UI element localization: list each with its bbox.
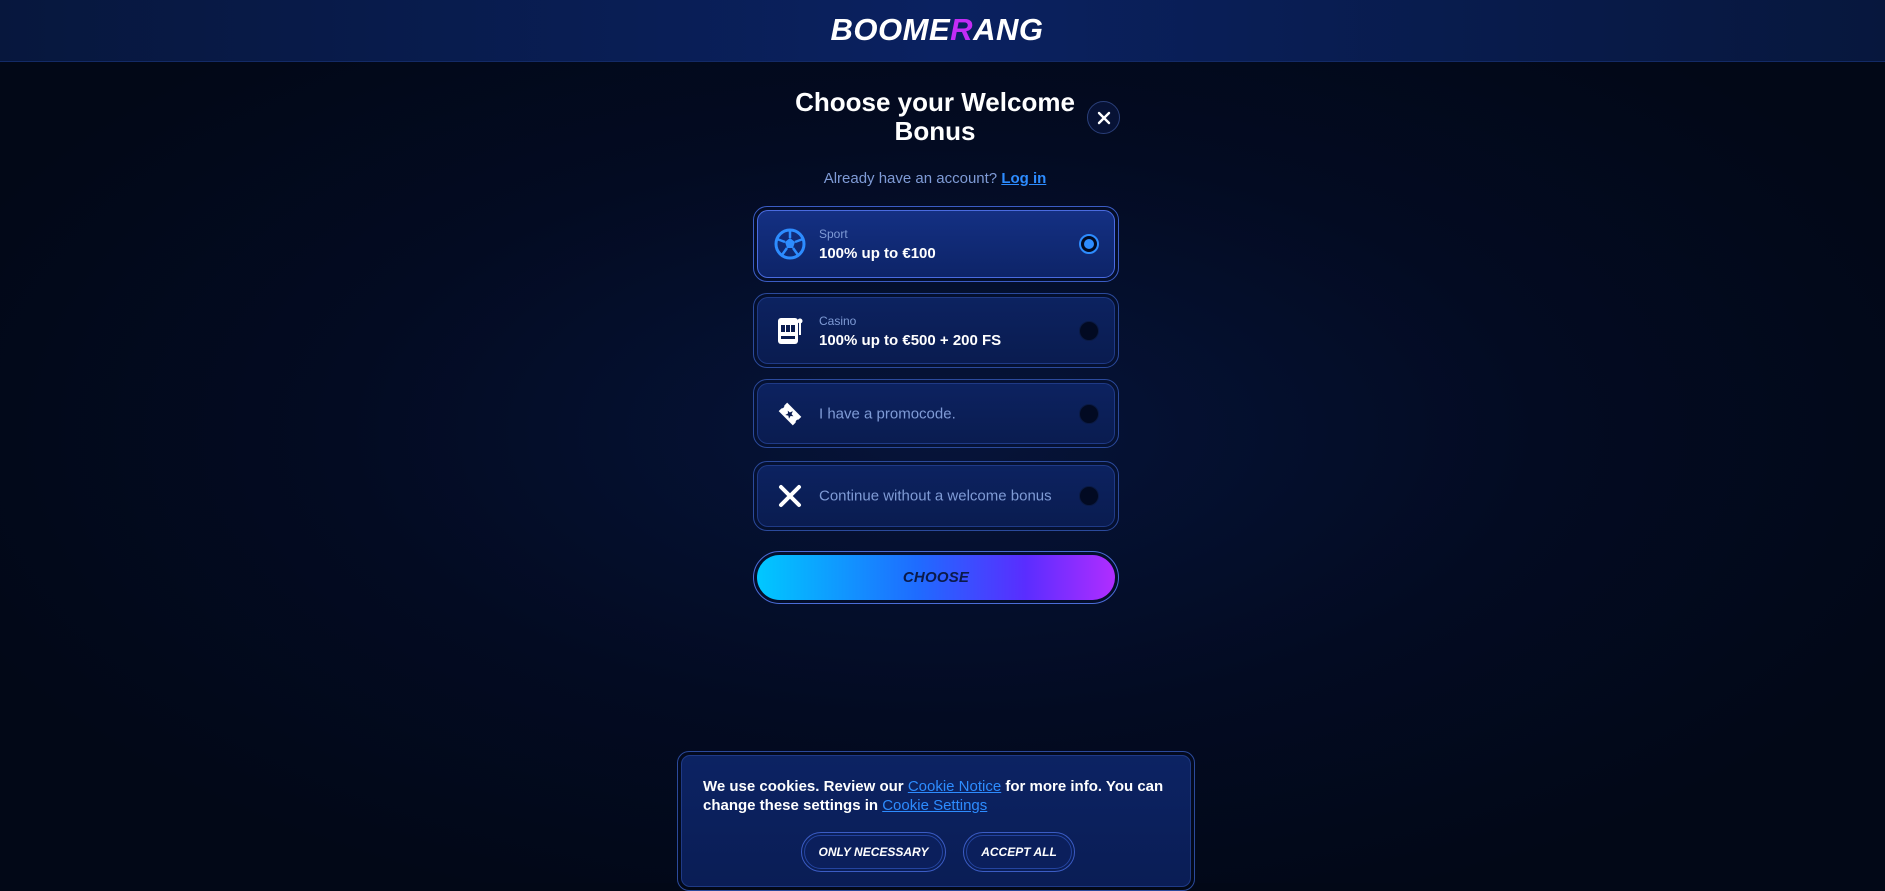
top-bar: BOOME R ANG [0, 0, 1885, 62]
soccer-ball-icon [774, 228, 806, 260]
radio-unselected[interactable] [1079, 320, 1099, 341]
cookie-notice-link[interactable]: Cookie Notice [908, 778, 1001, 795]
ticket-icon [774, 398, 806, 430]
bonus-option-none[interactable]: Continue without a welcome bonus [753, 461, 1119, 531]
choose-button-label: CHOOSE [757, 555, 1115, 600]
cookie-banner: We use cookies. Review our Cookie Notice… [677, 751, 1195, 891]
only-necessary-button[interactable]: ONLY NECESSARY [801, 832, 946, 872]
option-category: Casino [819, 314, 857, 328]
radio-unselected[interactable] [1079, 486, 1099, 506]
option-label: I have a promocode. [819, 405, 956, 422]
option-category: Sport [819, 227, 848, 241]
bonus-option-promocode[interactable]: I have a promocode. [753, 379, 1119, 448]
accept-all-button[interactable]: ACCEPT ALL [963, 832, 1075, 872]
accept-all-label: ACCEPT ALL [966, 835, 1072, 869]
cookie-text-1: We use cookies. Review our [703, 778, 904, 795]
bonus-option-casino[interactable]: Casino 100% up to €500 + 200 FS [753, 293, 1119, 368]
option-label: 100% up to €100 [819, 245, 936, 262]
only-necessary-label: ONLY NECESSARY [804, 835, 943, 869]
cookie-text: We use cookies. Review our Cookie Notice… [703, 777, 1173, 815]
brand-logo[interactable]: BOOME R ANG [831, 10, 1043, 50]
account-prompt: Already have an account? Log in [755, 170, 1115, 187]
option-label: Continue without a welcome bonus [819, 487, 1052, 505]
login-link[interactable]: Log in [1001, 170, 1046, 187]
modal-title: Choose your Welcome Bonus [795, 87, 1075, 146]
close-button[interactable] [1087, 101, 1120, 134]
logo-text-right: ANG [973, 12, 1044, 47]
option-label: 100% up to €500 + 200 FS [819, 332, 1002, 349]
close-icon [774, 480, 806, 512]
account-prompt-text: Already have an account? [823, 170, 998, 187]
radio-unselected[interactable] [1079, 403, 1099, 424]
logo-text-left: BOOME [830, 12, 951, 47]
bonus-option-sport[interactable]: Sport 100% up to €100 [753, 206, 1119, 282]
choose-button[interactable]: CHOOSE [753, 551, 1119, 604]
cookie-settings-link[interactable]: Cookie Settings [882, 797, 987, 814]
logo-text-accent: R [950, 12, 974, 47]
radio-selected[interactable] [1079, 234, 1099, 254]
slot-machine-icon [774, 315, 806, 347]
close-icon [1097, 111, 1110, 124]
